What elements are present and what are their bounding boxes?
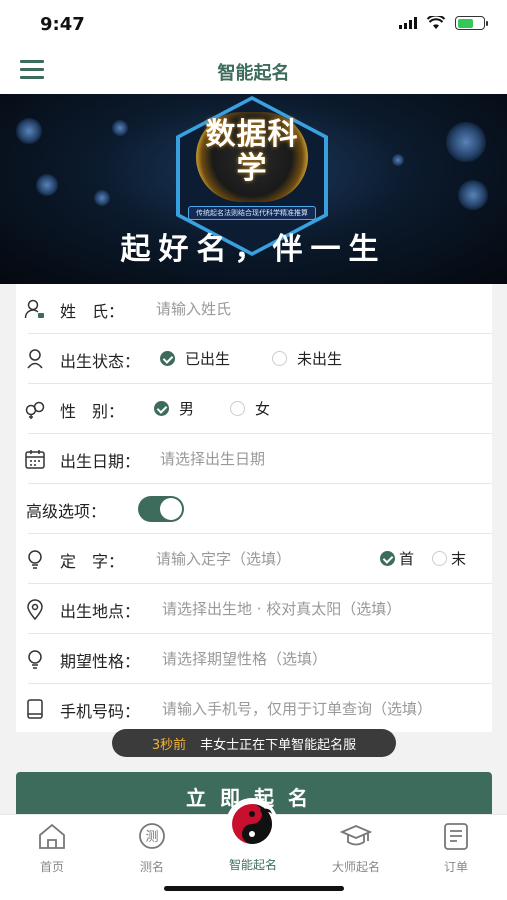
- birthplace-label: 出生地点：: [60, 602, 141, 621]
- user-icon: [24, 299, 44, 319]
- surname-label: 姓 氏：: [60, 302, 125, 321]
- birth-status-label: 出生状态：: [60, 352, 141, 371]
- toast-time: 3秒前: [151, 737, 187, 753]
- phone-input[interactable]: 请输入手机号，仅用于订单查询（选填）: [162, 698, 432, 719]
- female-radio[interactable]: 女: [230, 398, 270, 419]
- test-name-icon: 测: [139, 823, 165, 849]
- male-radio[interactable]: 男: [154, 398, 194, 419]
- graduation-cap-icon: [339, 825, 373, 846]
- home-icon: [39, 823, 65, 849]
- nav-bar: 智能起名: [0, 50, 507, 94]
- tab-home[interactable]: 首页: [12, 821, 92, 875]
- tab-master-naming[interactable]: 大师起名: [316, 821, 396, 875]
- fixed-char-input[interactable]: 请输入定字（选填）: [156, 548, 291, 569]
- last-char-radio[interactable]: 末: [432, 548, 466, 569]
- phone-icon: [27, 699, 43, 719]
- advanced-row: 高级选项：: [16, 484, 492, 534]
- advanced-label: 高级选项：: [26, 502, 107, 521]
- calendar-icon: [25, 450, 45, 469]
- gender-row: 性 别： 男 女: [16, 384, 492, 434]
- tab-orders[interactable]: 订单: [416, 821, 496, 875]
- phone-label: 手机号码：: [60, 702, 141, 721]
- first-char-radio[interactable]: 首: [380, 548, 414, 569]
- baby-icon: [27, 349, 43, 369]
- battery-icon: [455, 16, 488, 30]
- tab-smart-naming[interactable]: 智能起名: [213, 853, 293, 873]
- yin-yang-icon[interactable]: [226, 798, 278, 850]
- seal-ribbon: 传统起名法则结合现代科学精准推算: [188, 206, 316, 220]
- page-title: 智能起名: [217, 63, 290, 84]
- advanced-toggle[interactable]: [138, 496, 184, 522]
- personality-picker[interactable]: 请选择期望性格（选填）: [162, 648, 327, 669]
- gender-icon: [25, 401, 45, 419]
- birth-status-row: 出生状态： 已出生 未出生: [16, 334, 492, 384]
- order-toast: 3秒前 丰女士正在下单智能起名服: [112, 729, 396, 757]
- fixed-char-label: 定 字：: [60, 552, 125, 571]
- birthplace-picker[interactable]: 请选择出生地 · 校对真太阳（选填）: [162, 598, 401, 619]
- born-radio[interactable]: 已出生: [160, 348, 230, 369]
- check-icon: [380, 551, 395, 566]
- status-time: 9:47: [40, 14, 85, 35]
- status-icons: [399, 16, 488, 30]
- svg-text:测: 测: [145, 830, 158, 845]
- personality-label: 期望性格：: [60, 652, 141, 671]
- order-icon: [444, 823, 468, 850]
- status-bar: 9:47: [0, 0, 507, 50]
- fixed-char-row: 定 字： 请输入定字（选填） 首 末: [16, 534, 492, 584]
- birth-date-row: 出生日期： 请选择出生日期: [16, 434, 492, 484]
- wifi-icon: [427, 16, 445, 29]
- hero-banner: 数据科学 传统起名法则结合现代科学精准推算 起好名，伴一生: [0, 94, 507, 284]
- personality-row: 期望性格： 请选择期望性格（选填）: [16, 634, 492, 684]
- check-icon: [154, 401, 169, 416]
- phone-row: 手机号码： 请输入手机号，仅用于订单查询（选填）: [16, 684, 492, 734]
- seal-text: 数据科学: [205, 117, 299, 186]
- birth-date-label: 出生日期：: [60, 452, 141, 471]
- naming-form: 姓 氏： 请输入姓氏 出生状态： 已出生 未出生 性 别： 男 女 出生日期： …: [16, 284, 492, 732]
- gender-label: 性 别：: [60, 402, 125, 421]
- surname-input[interactable]: 请输入姓氏: [156, 298, 231, 319]
- toast-message: 丰女士正在下单智能起名服: [200, 737, 357, 753]
- lightbulb-icon: [28, 650, 42, 669]
- surname-row: 姓 氏： 请输入姓氏: [16, 284, 492, 334]
- tab-test-name[interactable]: 测 测名: [112, 821, 192, 875]
- birth-date-picker[interactable]: 请选择出生日期: [160, 448, 265, 469]
- signal-icon: [399, 17, 417, 29]
- location-pin-icon: [27, 599, 43, 620]
- check-icon: [160, 351, 175, 366]
- banner-slogan: 起好名，伴一生: [120, 232, 387, 267]
- birthplace-row: 出生地点： 请选择出生地 · 校对真太阳（选填）: [16, 584, 492, 634]
- unborn-radio[interactable]: 未出生: [272, 348, 342, 369]
- home-indicator: [164, 886, 344, 891]
- lightbulb-icon: [28, 550, 42, 569]
